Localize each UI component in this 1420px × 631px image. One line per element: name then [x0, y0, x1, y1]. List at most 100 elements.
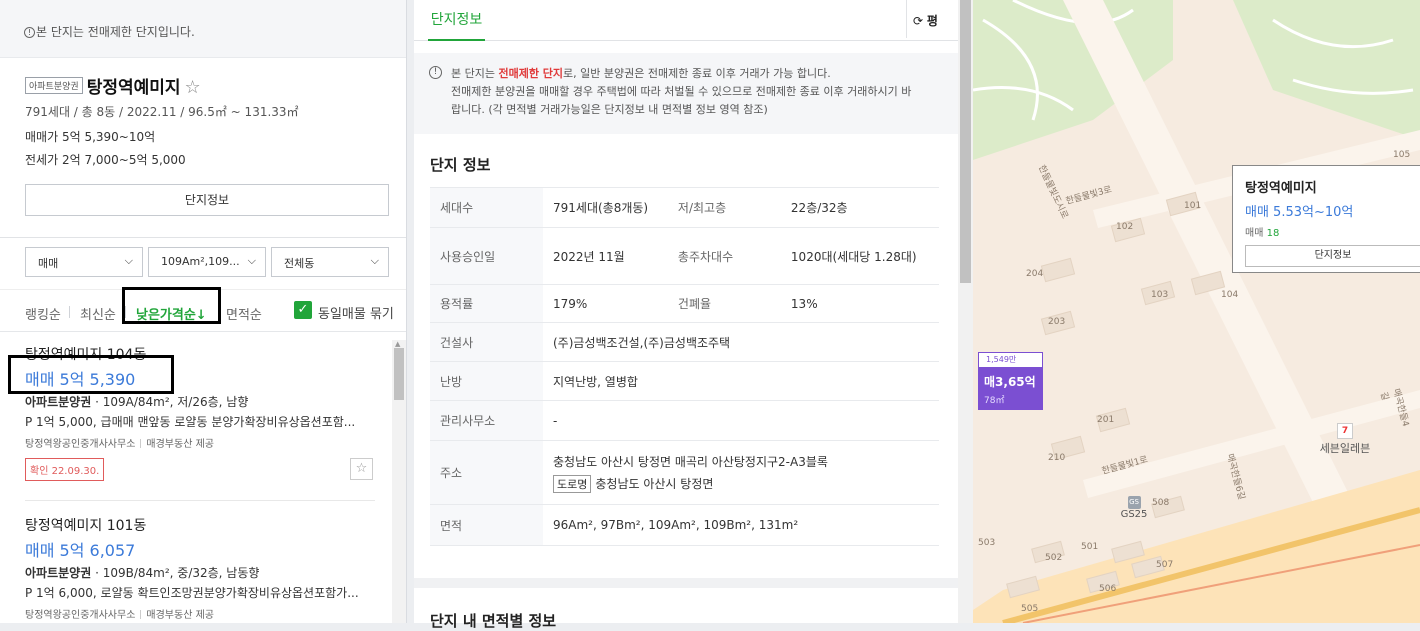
gs25-poi[interactable]: GS GS25: [1119, 493, 1149, 520]
building-number: 505: [1021, 604, 1039, 614]
marker-price: 매3,65억: [984, 375, 1036, 389]
office-value: -: [543, 400, 939, 441]
building-number: 501: [1081, 542, 1099, 552]
info-icon: !: [24, 27, 35, 38]
highlight-box-sort: [122, 287, 221, 324]
popup-count-value: 18: [1266, 228, 1280, 239]
table-row: 세대수 791세대(총8개동) 저/최고층 22층/32층: [430, 187, 939, 228]
floors-label: 저/최고층: [667, 187, 781, 228]
trade-type-select[interactable]: 매매 ⌵: [25, 247, 143, 277]
area-select[interactable]: 109Am²,109... ⌵: [148, 247, 266, 277]
table-row: 관리사무소 -: [430, 400, 939, 441]
jibun-address: 충청남도 아산시 탕정면 매곡리 아산탕정지구2-A3블록: [553, 454, 828, 469]
jeonse-price-range: 전세가 2억 7,000~5억 5,000: [25, 151, 381, 168]
favorite-star-icon[interactable]: ☆: [185, 77, 201, 98]
gs25-name: GS25: [1120, 509, 1148, 520]
map-view[interactable]: 한들물빛3로 한들물빛도시로 한들물빛1로 매곡한들6길 매곡한들4길 101 …: [973, 0, 1420, 623]
sale-value: 5억 5,390~10억: [61, 130, 156, 144]
seven-eleven-icon: 7: [1337, 423, 1353, 439]
listing-title[interactable]: 탕정역예미지 101동: [25, 515, 375, 535]
unit-label: 평: [926, 14, 938, 28]
price-marker[interactable]: 1,549만 매3,65억 78㎡: [978, 352, 1043, 410]
address-label: 주소: [430, 440, 543, 505]
area-value: 109Am²,109...: [161, 255, 240, 268]
listing-type: 아파트분양권: [25, 395, 92, 409]
sort-area[interactable]: 면적순: [226, 304, 262, 323]
confirm-badge: 확인 22.09.30.: [25, 458, 105, 481]
building-number: 104: [1221, 290, 1239, 300]
sort-latest[interactable]: 최신순: [80, 304, 116, 323]
type-badge: 아파트분양권: [25, 77, 83, 94]
bcr-label: 건폐율: [667, 284, 781, 323]
info-icon: !: [429, 66, 442, 79]
group-same-label[interactable]: 동일매물 묶기: [318, 303, 394, 322]
detail-tabs: 단지정보 ⟳ 평: [414, 0, 958, 41]
map-canvas: [973, 0, 1420, 623]
floors-value: 22층/32층: [780, 187, 939, 228]
complex-info-button[interactable]: 단지정보: [25, 184, 389, 216]
building-number: 204: [1026, 269, 1044, 279]
section-title: 단지 내 면적별 정보: [430, 612, 557, 630]
table-row: 건설사 (주)금성백조건설,(주)금성백조주택: [430, 322, 939, 362]
building-number: 503: [978, 538, 996, 548]
section-gap: [414, 578, 958, 588]
address-value: 충청남도 아산시 탕정면 매곡리 아산탕정지구2-A3블록 도로명 충청남도 아산…: [543, 440, 939, 505]
heating-value: 지역난방, 열병합: [543, 361, 939, 401]
listing-spec: 109B/84m², 중/32층, 남동향: [102, 566, 260, 580]
listing-agent: 탕정역왕공인중개사사무소 매경부동산 제공: [25, 435, 375, 450]
road-tag: 도로명: [553, 474, 592, 493]
agent-name: 탕정역왕공인중개사사무소: [25, 439, 136, 450]
complex-detail-panel: 단지정보 ⟳ 평 ! 본 단지는 전매제한 단지로, 일반 분양권은 전매제한 …: [414, 0, 958, 630]
building-number: 101: [1184, 201, 1202, 211]
listing-agent: 탕정역왕공인중개사사무소 매경부동산 제공: [25, 606, 375, 621]
warning-line-1: 본 단지는 전매제한 단지로, 일반 분양권은 전매제한 종료 이후 거래가 가…: [451, 65, 938, 83]
complex-name: 탕정역예미지: [86, 78, 181, 98]
dong-select[interactable]: 전체동 ⌵: [271, 247, 389, 277]
resale-warning: ! 본 단지는 전매제한 단지로, 일반 분양권은 전매제한 종료 이후 거래가…: [414, 53, 958, 134]
list-scrollbar[interactable]: ▲: [392, 340, 406, 623]
table-row: 주소 충청남도 아산시 탕정면 매곡리 아산탕정지구2-A3블록 도로명 충청남도…: [430, 440, 939, 505]
popup-title[interactable]: 탕정역예미지: [1245, 177, 1419, 196]
section-title: 단지 정보: [430, 156, 491, 174]
area-label: 면적: [430, 504, 543, 546]
table-row: 용적률 179% 건폐율 13%: [430, 284, 939, 323]
bcr-value: 13%: [780, 284, 939, 323]
popup-price: 매매 5.53억~10억: [1245, 205, 1354, 220]
parking-value: 1020대(세대당 1.28대): [780, 227, 939, 285]
group-same-checkbox[interactable]: ✓: [294, 301, 312, 319]
complex-popup: 탕정역예미지 매매 5.53억~10억 매매 18 단지정보: [1232, 165, 1420, 273]
listing-note: P 1억 6,000, 로얄동 확트인조망권분양가확장비유상옵션포함가...: [25, 586, 359, 600]
complex-summary: 아파트분양권 탕정역예미지 ☆ 791세대 / 총 8동 / 2022.11 / 9…: [0, 58, 406, 238]
jeonse-label: 전세가: [25, 153, 59, 167]
list-item[interactable]: 탕정역예미지 101동 매매 5억 6,057 아파트분양권 · 109B/84…: [25, 515, 375, 621]
scroll-up-icon[interactable]: ▲: [395, 340, 400, 348]
marker-body: 매3,65억 78㎡: [978, 368, 1043, 410]
listing-spec: 109A/84m², 저/26층, 남향: [102, 395, 249, 409]
favorite-star-icon[interactable]: ☆: [350, 458, 373, 480]
provider-name: 매경부동산 제공: [146, 439, 214, 450]
scroll-thumb[interactable]: [960, 0, 971, 283]
convenience-store-poi[interactable]: 7 세븐일레븐: [1315, 422, 1375, 456]
approval-label: 사용승인일: [430, 227, 543, 285]
scroll-thumb[interactable]: [394, 348, 404, 400]
office-label: 관리사무소: [430, 400, 543, 441]
detail-scrollbar[interactable]: [958, 0, 973, 623]
households-value: 791세대(총8개동): [543, 187, 668, 228]
list-divider: [25, 500, 375, 501]
unit-toggle-button[interactable]: ⟳ 평: [906, 0, 958, 38]
restriction-notice: ! 본 단지는 전매제한 단지입니다.: [0, 0, 406, 58]
marker-unit-price: 1,549만: [978, 352, 1043, 368]
warning-highlight: 전매제한 단지: [498, 67, 564, 80]
table-row: 사용승인일 2022년 11월 총주차대수 1020대(세대당 1.28대): [430, 227, 939, 285]
building-number: 105: [1393, 150, 1411, 160]
area-value: 96Am², 97Bm², 109Am², 109Bm², 131m²: [543, 504, 939, 546]
gs25-icon: GS: [1127, 496, 1141, 509]
sort-ranking[interactable]: 랭킹순: [25, 304, 61, 323]
sort-divider: [69, 306, 70, 318]
popup-info-button[interactable]: 단지정보: [1245, 245, 1420, 267]
highlight-box-price: [8, 355, 174, 394]
provider-name: 매경부동산 제공: [146, 610, 214, 621]
tab-complex-info[interactable]: 단지정보: [428, 0, 485, 41]
chevron-down-icon: ⌵: [124, 254, 133, 267]
notice-text: 본 단지는 전매제한 단지입니다.: [36, 25, 195, 39]
